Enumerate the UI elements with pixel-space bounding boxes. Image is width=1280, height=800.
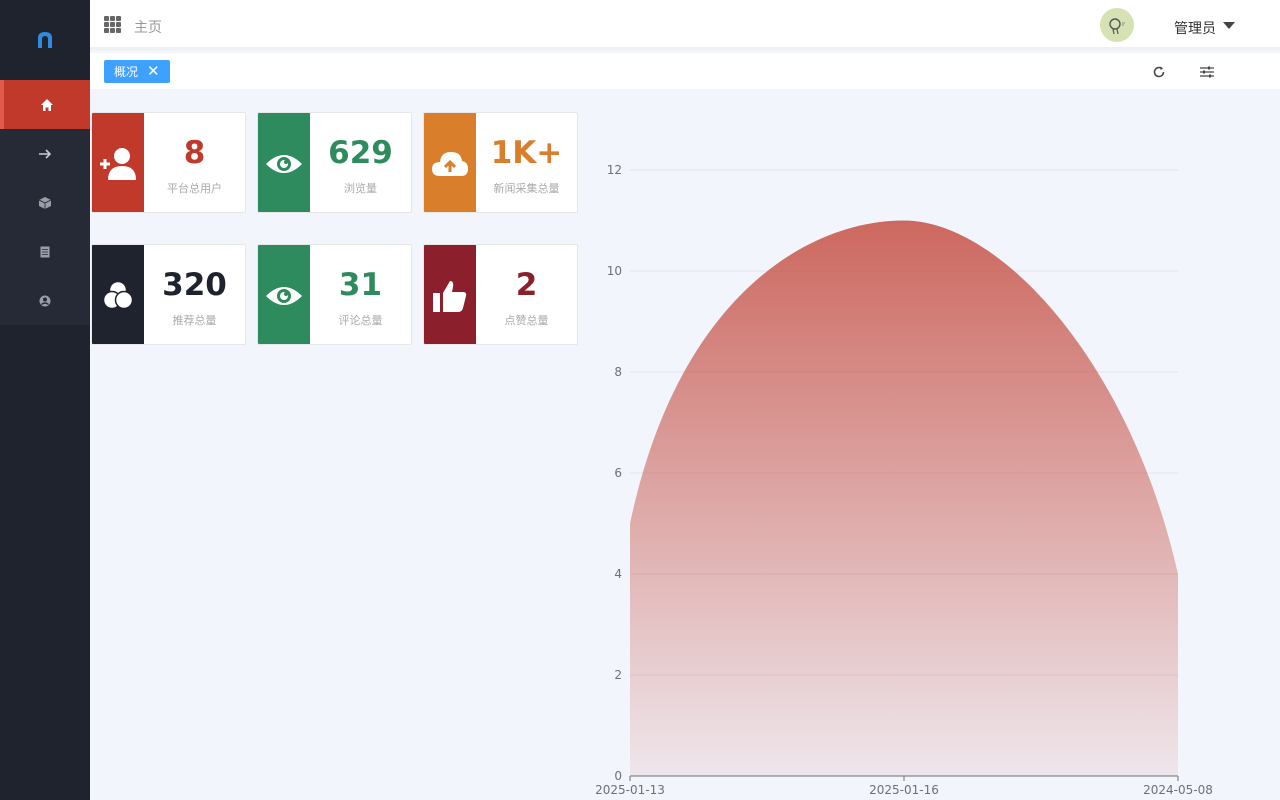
stat-value: 1K+ <box>490 135 563 171</box>
stat-card: 1K+ 新闻采集总量 <box>423 112 578 213</box>
refresh-icon[interactable] <box>1150 63 1168 81</box>
home-icon <box>41 98 53 111</box>
sidebar <box>0 0 90 800</box>
stat-value: 320 <box>162 267 227 303</box>
sidebar-item-home[interactable] <box>0 80 90 129</box>
stat-card: 8 平台总用户 <box>91 112 246 213</box>
sidebar-item-arrow[interactable] <box>0 129 90 178</box>
sidebar-item-cube[interactable] <box>0 178 90 227</box>
document-icon <box>40 246 50 257</box>
stat-label: 评论总量 <box>338 314 383 327</box>
y-tick-label: 12 <box>607 163 622 177</box>
x-tick-label: 2025-01-16 <box>869 783 939 797</box>
sidebar-item-document[interactable] <box>0 227 90 276</box>
recommend-icon <box>92 245 144 344</box>
cloud-upload-icon <box>424 113 476 212</box>
sidebar-item-user[interactable] <box>0 276 90 325</box>
x-tick-label: 2024-05-08 <box>1143 783 1213 797</box>
stat-card: 320 推荐总量 <box>91 244 246 345</box>
x-tick-label: 2025-01-13 <box>595 783 665 797</box>
stat-label: 新闻采集总量 <box>493 182 560 195</box>
area-series <box>630 220 1178 776</box>
y-tick-label: 4 <box>614 567 622 581</box>
logo-icon <box>38 32 52 48</box>
tab-overview[interactable]: 概况 ✕ <box>104 60 170 83</box>
stat-value: 31 <box>338 267 383 303</box>
avatar-image-icon <box>1109 18 1125 35</box>
stat-label: 平台总用户 <box>167 182 222 195</box>
arrow-right-icon <box>39 148 52 159</box>
breadcrumb[interactable]: 主页 <box>134 17 162 37</box>
thumbs-up-icon <box>424 245 476 344</box>
y-tick-label: 6 <box>614 466 622 480</box>
settings-sliders-icon[interactable] <box>1198 63 1216 81</box>
caret-down-icon[interactable] <box>1223 22 1235 29</box>
stat-card: 31 评论总量 <box>257 244 412 345</box>
y-tick-label: 8 <box>614 365 622 379</box>
user-name[interactable]: 管理员 <box>1174 18 1216 38</box>
eye-icon <box>258 113 310 212</box>
cube-icon <box>38 196 52 209</box>
stat-value: 2 <box>515 267 538 303</box>
tab-bar: 概况 ✕ <box>90 53 1280 89</box>
y-tick-label: 0 <box>614 769 622 783</box>
stat-label: 浏览量 <box>344 182 377 195</box>
stat-value: 8 <box>183 135 206 171</box>
stat-value: 629 <box>328 135 393 171</box>
y-tick-label: 10 <box>607 264 622 278</box>
logo <box>0 0 90 80</box>
close-icon[interactable]: ✕ <box>147 64 160 79</box>
stat-label: 推荐总量 <box>172 314 217 327</box>
y-tick-label: 2 <box>614 668 622 682</box>
stat-label: 点赞总量 <box>504 314 549 327</box>
tab-label: 概况 <box>114 65 139 79</box>
apps-grid-icon[interactable] <box>104 16 121 33</box>
eye-icon <box>258 245 310 344</box>
top-header: 主页 管理员 <box>90 0 1280 50</box>
avatar[interactable] <box>1100 8 1134 42</box>
area-chart: 0 2 4 6 8 10 12 2025-01-13 2025-01-16 2024-05-08 <box>595 163 1213 797</box>
stat-card: 629 浏览量 <box>257 112 412 213</box>
user-circle-icon <box>39 295 51 306</box>
add-user-icon <box>92 113 144 212</box>
stat-card: 2 点赞总量 <box>423 244 578 345</box>
